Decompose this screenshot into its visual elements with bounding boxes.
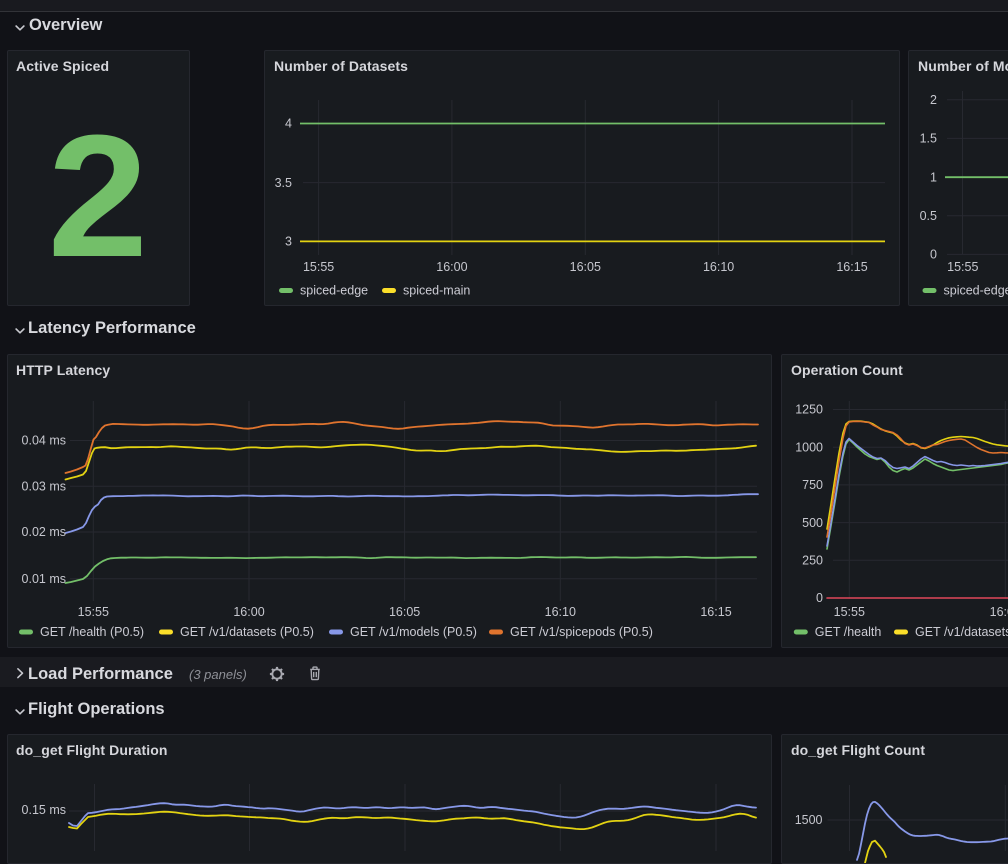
svg-text:GET /v1/spicepods (P0.5): GET /v1/spicepods (P0.5)	[510, 625, 653, 639]
svg-text:15:55: 15:55	[78, 605, 109, 619]
svg-text:0.03 ms: 0.03 ms	[22, 480, 66, 494]
svg-text:0: 0	[930, 248, 937, 262]
svg-text:0: 0	[816, 591, 823, 605]
svg-text:0.02 ms: 0.02 ms	[22, 525, 66, 539]
svg-text:0.15 ms: 0.15 ms	[22, 803, 66, 817]
svg-text:1500: 1500	[795, 813, 823, 827]
svg-text:16:00: 16:00	[436, 260, 467, 274]
svg-text:1.5: 1.5	[920, 132, 937, 146]
svg-text:3: 3	[285, 235, 292, 249]
svg-text:GET /v1/datasets: GET /v1/datasets	[915, 625, 1008, 639]
svg-text:2: 2	[930, 93, 937, 107]
svg-text:0.04 ms: 0.04 ms	[22, 434, 66, 448]
svg-text:16:15: 16:15	[836, 260, 867, 274]
svg-text:3.5: 3.5	[275, 176, 292, 190]
svg-text:16:15: 16:15	[700, 605, 731, 619]
svg-text:16:05: 16:05	[570, 260, 601, 274]
svg-text:16:00: 16:00	[990, 605, 1008, 619]
svg-text:15:55: 15:55	[303, 260, 334, 274]
svg-text:spiced-edge: spiced-edge	[944, 284, 1008, 298]
svg-text:1250: 1250	[795, 403, 823, 417]
svg-text:spiced-edge: spiced-edge	[300, 284, 368, 298]
svg-text:750: 750	[802, 478, 823, 492]
svg-text:250: 250	[802, 554, 823, 568]
svg-text:GET /health: GET /health	[815, 625, 882, 639]
svg-text:GET /health (P0.5): GET /health (P0.5)	[40, 625, 144, 639]
svg-text:16:10: 16:10	[703, 260, 734, 274]
svg-text:0.5: 0.5	[920, 209, 937, 223]
svg-text:16:05: 16:05	[389, 605, 420, 619]
svg-text:1: 1	[930, 170, 937, 184]
svg-text:15:55: 15:55	[834, 605, 865, 619]
svg-text:16:00: 16:00	[233, 605, 264, 619]
svg-text:500: 500	[802, 516, 823, 530]
svg-text:spiced-main: spiced-main	[403, 284, 470, 298]
svg-text:GET /v1/models (P0.5): GET /v1/models (P0.5)	[350, 625, 477, 639]
svg-text:4: 4	[285, 117, 292, 131]
svg-text:1000: 1000	[795, 440, 823, 454]
svg-text:0.01 ms: 0.01 ms	[22, 572, 66, 586]
svg-text:GET /v1/datasets (P0.5): GET /v1/datasets (P0.5)	[180, 625, 314, 639]
svg-text:16:10: 16:10	[545, 605, 576, 619]
svg-text:15:55: 15:55	[947, 260, 978, 274]
